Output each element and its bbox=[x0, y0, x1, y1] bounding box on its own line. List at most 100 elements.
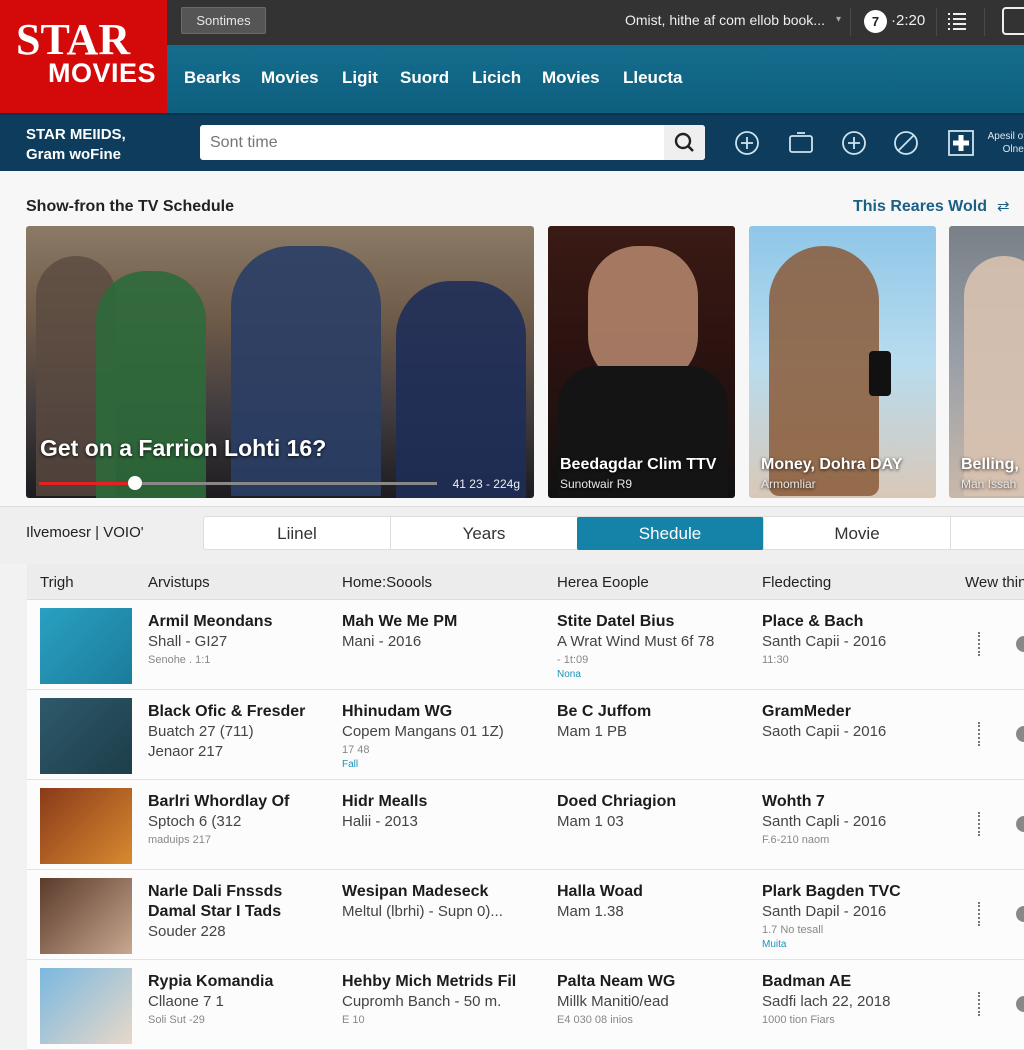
cell-meta: 17 48 bbox=[342, 744, 370, 756]
table-cell: Armil Meondans Shall - GI27 Senohe . 1:1 bbox=[148, 612, 348, 668]
cell-title: Barlri Whordlay Of bbox=[148, 793, 290, 810]
clock-time: ·2:20 bbox=[891, 12, 926, 29]
table-cell: Wesipan Madeseck Meltul (lbrhi) - Supn 0)… bbox=[342, 882, 542, 922]
column-header[interactable]: Wew thin bbox=[965, 574, 1024, 591]
cell-detail: Santh Dapil - 2016 bbox=[762, 903, 887, 920]
tv-icon[interactable] bbox=[787, 129, 815, 157]
cell-detail: Sadfi lach 22, 2018 bbox=[762, 993, 891, 1010]
nav-item-movies[interactable]: Movies bbox=[261, 68, 319, 88]
row-action-icon[interactable] bbox=[1016, 816, 1024, 832]
divider bbox=[936, 8, 937, 36]
logo-movies-text: MOVIES bbox=[48, 58, 157, 88]
star-movies-logo[interactable]: STAR MOVIES bbox=[0, 0, 167, 113]
hero-video-card[interactable]: Get on a Farrion Lohti 16? 41 23 - 224g bbox=[26, 226, 534, 498]
progress-knob[interactable] bbox=[127, 476, 142, 490]
table-row[interactable]: Black Ofic & Fresder Buatch 27 (711) Jenao… bbox=[27, 690, 1024, 780]
cell-title: Damal Star I Tads bbox=[148, 903, 282, 920]
nav-item-movies-2[interactable]: Movies bbox=[542, 68, 600, 88]
show-card[interactable]: Beedagdar Clim TTV Sunotwair R9 bbox=[548, 226, 735, 498]
table-row[interactable]: Narle Dali Fnssds Damal Star I Tads Souder… bbox=[27, 870, 1024, 960]
filter-bar: Ilvemoesr | VOIO' Liinel Years Shedule M… bbox=[0, 506, 1024, 564]
table-cell: GramMeder Saoth Capii - 2016 bbox=[762, 702, 962, 742]
column-header[interactable]: Trigh bbox=[40, 574, 74, 591]
thumbnail-image[interactable] bbox=[40, 968, 132, 1044]
more-options-icon[interactable] bbox=[978, 632, 980, 656]
thumbnail-image[interactable] bbox=[40, 608, 132, 684]
table-header: Trigh Arvistups Home:Soools Herea Eoople… bbox=[27, 564, 1024, 600]
card-subtitle: Armomliar bbox=[761, 477, 816, 491]
sontimes-chip[interactable]: Sontimes bbox=[181, 7, 266, 34]
nav-item-suord[interactable]: Suord bbox=[400, 68, 449, 88]
column-header[interactable]: Arvistups bbox=[148, 574, 210, 591]
nav-item-ligit[interactable]: Ligit bbox=[342, 68, 378, 88]
column-header[interactable]: Home:Soools bbox=[342, 574, 432, 591]
table-cell: Stite Datel Bius A Wrat Wind Must 6f 78 - … bbox=[557, 612, 757, 682]
schedule-table: Trigh Arvistups Home:Soools Herea Eoople… bbox=[27, 564, 1024, 1050]
nav-item-licich[interactable]: Licich bbox=[472, 68, 521, 88]
person-figure bbox=[588, 246, 698, 386]
tab-shedule[interactable]: Shedule bbox=[577, 517, 764, 550]
cell-tag[interactable]: Fall bbox=[342, 758, 542, 772]
more-options-icon[interactable] bbox=[978, 812, 980, 836]
table-row[interactable]: Armil Meondans Shall - GI27 Senohe . 1:1 Ma… bbox=[27, 600, 1024, 690]
hero-title: Get on a Farrion Lohti 16? bbox=[40, 435, 327, 461]
table-cell: Halla Woad Mam 1.38 bbox=[557, 882, 757, 922]
list-icon[interactable] bbox=[946, 10, 968, 32]
more-options-icon[interactable] bbox=[978, 722, 980, 746]
row-action-icon[interactable] bbox=[1016, 636, 1024, 652]
progress-fill bbox=[39, 482, 135, 485]
add-circle-icon-2[interactable] bbox=[840, 129, 868, 157]
tab-movie[interactable]: Movie bbox=[764, 517, 951, 550]
thumbnail-image[interactable] bbox=[40, 698, 132, 774]
sub-info-line2: Olnel bbox=[1002, 144, 1024, 155]
table-cell: Hehby Mich Metrids Fil Cupromh Banch - 50… bbox=[342, 972, 542, 1028]
add-square-icon[interactable] bbox=[947, 129, 975, 157]
section-link[interactable]: This Reares Wold bbox=[853, 198, 987, 216]
search-input[interactable] bbox=[200, 125, 664, 160]
row-action-icon[interactable] bbox=[1016, 996, 1024, 1012]
more-options-icon[interactable] bbox=[978, 902, 980, 926]
row-action-icon[interactable] bbox=[1016, 726, 1024, 742]
profile-icon[interactable] bbox=[1002, 7, 1024, 35]
nav-item-lleucta[interactable]: Lleucta bbox=[623, 68, 683, 88]
cell-title: GramMeder bbox=[762, 703, 851, 720]
thumbnail-image[interactable] bbox=[40, 878, 132, 954]
notification-badge[interactable]: 7 bbox=[864, 10, 887, 33]
cell-detail: A Wrat Wind Must 6f 78 bbox=[557, 633, 715, 650]
table-row[interactable]: Barlri Whordlay Of Sptoch 6 (312 maduips 2… bbox=[27, 780, 1024, 870]
cell-title: Armil Meondans bbox=[148, 613, 273, 630]
video-progress-slider[interactable] bbox=[39, 476, 437, 490]
cell-detail: Souder 228 bbox=[148, 923, 226, 940]
search-button[interactable] bbox=[664, 125, 705, 160]
more-options-icon[interactable] bbox=[978, 992, 980, 1016]
show-card[interactable]: Money, Dohra DAY Armomliar bbox=[749, 226, 936, 498]
cell-title: Wesipan Madeseck bbox=[342, 883, 489, 900]
row-action-icon[interactable] bbox=[1016, 906, 1024, 922]
cell-detail: Cllaone 7 1 bbox=[148, 993, 224, 1010]
table-row[interactable]: Rypia Komandia Cllaone 7 1 Soli Sut -29 Heh… bbox=[27, 960, 1024, 1050]
card-title: Belling, bbox=[961, 456, 1019, 473]
table-cell: Badman AE Sadfi lach 22, 2018 1000 tion Fi… bbox=[762, 972, 962, 1028]
tab-liinel[interactable]: Liinel bbox=[204, 517, 391, 550]
cell-detail: Cupromh Banch - 50 m. bbox=[342, 993, 502, 1010]
cell-tag[interactable]: Nona bbox=[557, 668, 757, 682]
cell-meta: F.6-210 naom bbox=[762, 834, 830, 846]
account-menu[interactable]: Omist, hithe af com ellob book... bbox=[625, 12, 825, 28]
tab-years[interactable]: Years bbox=[391, 517, 578, 550]
thumbnail-image[interactable] bbox=[40, 788, 132, 864]
cell-detail: Mani - 2016 bbox=[342, 633, 422, 650]
nav-item-bearks[interactable]: Bearks bbox=[184, 68, 241, 88]
translate-icon[interactable]: ⇄ bbox=[997, 197, 1010, 215]
add-circle-icon[interactable] bbox=[733, 129, 761, 157]
table-cell: Palta Neam WG Millk Maniti0/ead E4 030 08 … bbox=[557, 972, 757, 1028]
cell-tag[interactable]: Muita bbox=[762, 938, 962, 952]
compass-icon[interactable] bbox=[892, 129, 920, 157]
tab-more[interactable] bbox=[951, 517, 1024, 550]
show-card[interactable]: Belling, Man Issah bbox=[949, 226, 1024, 498]
column-header[interactable]: Herea Eoople bbox=[557, 574, 649, 591]
column-header[interactable]: Fledecting bbox=[762, 574, 831, 591]
cell-detail: Jenaor 217 bbox=[148, 743, 224, 760]
table-cell: Place & Bach Santh Capii - 2016 11:30 bbox=[762, 612, 962, 668]
cell-meta: Senohe . 1:1 bbox=[148, 654, 211, 666]
chevron-down-icon[interactable]: ▾ bbox=[836, 14, 841, 25]
